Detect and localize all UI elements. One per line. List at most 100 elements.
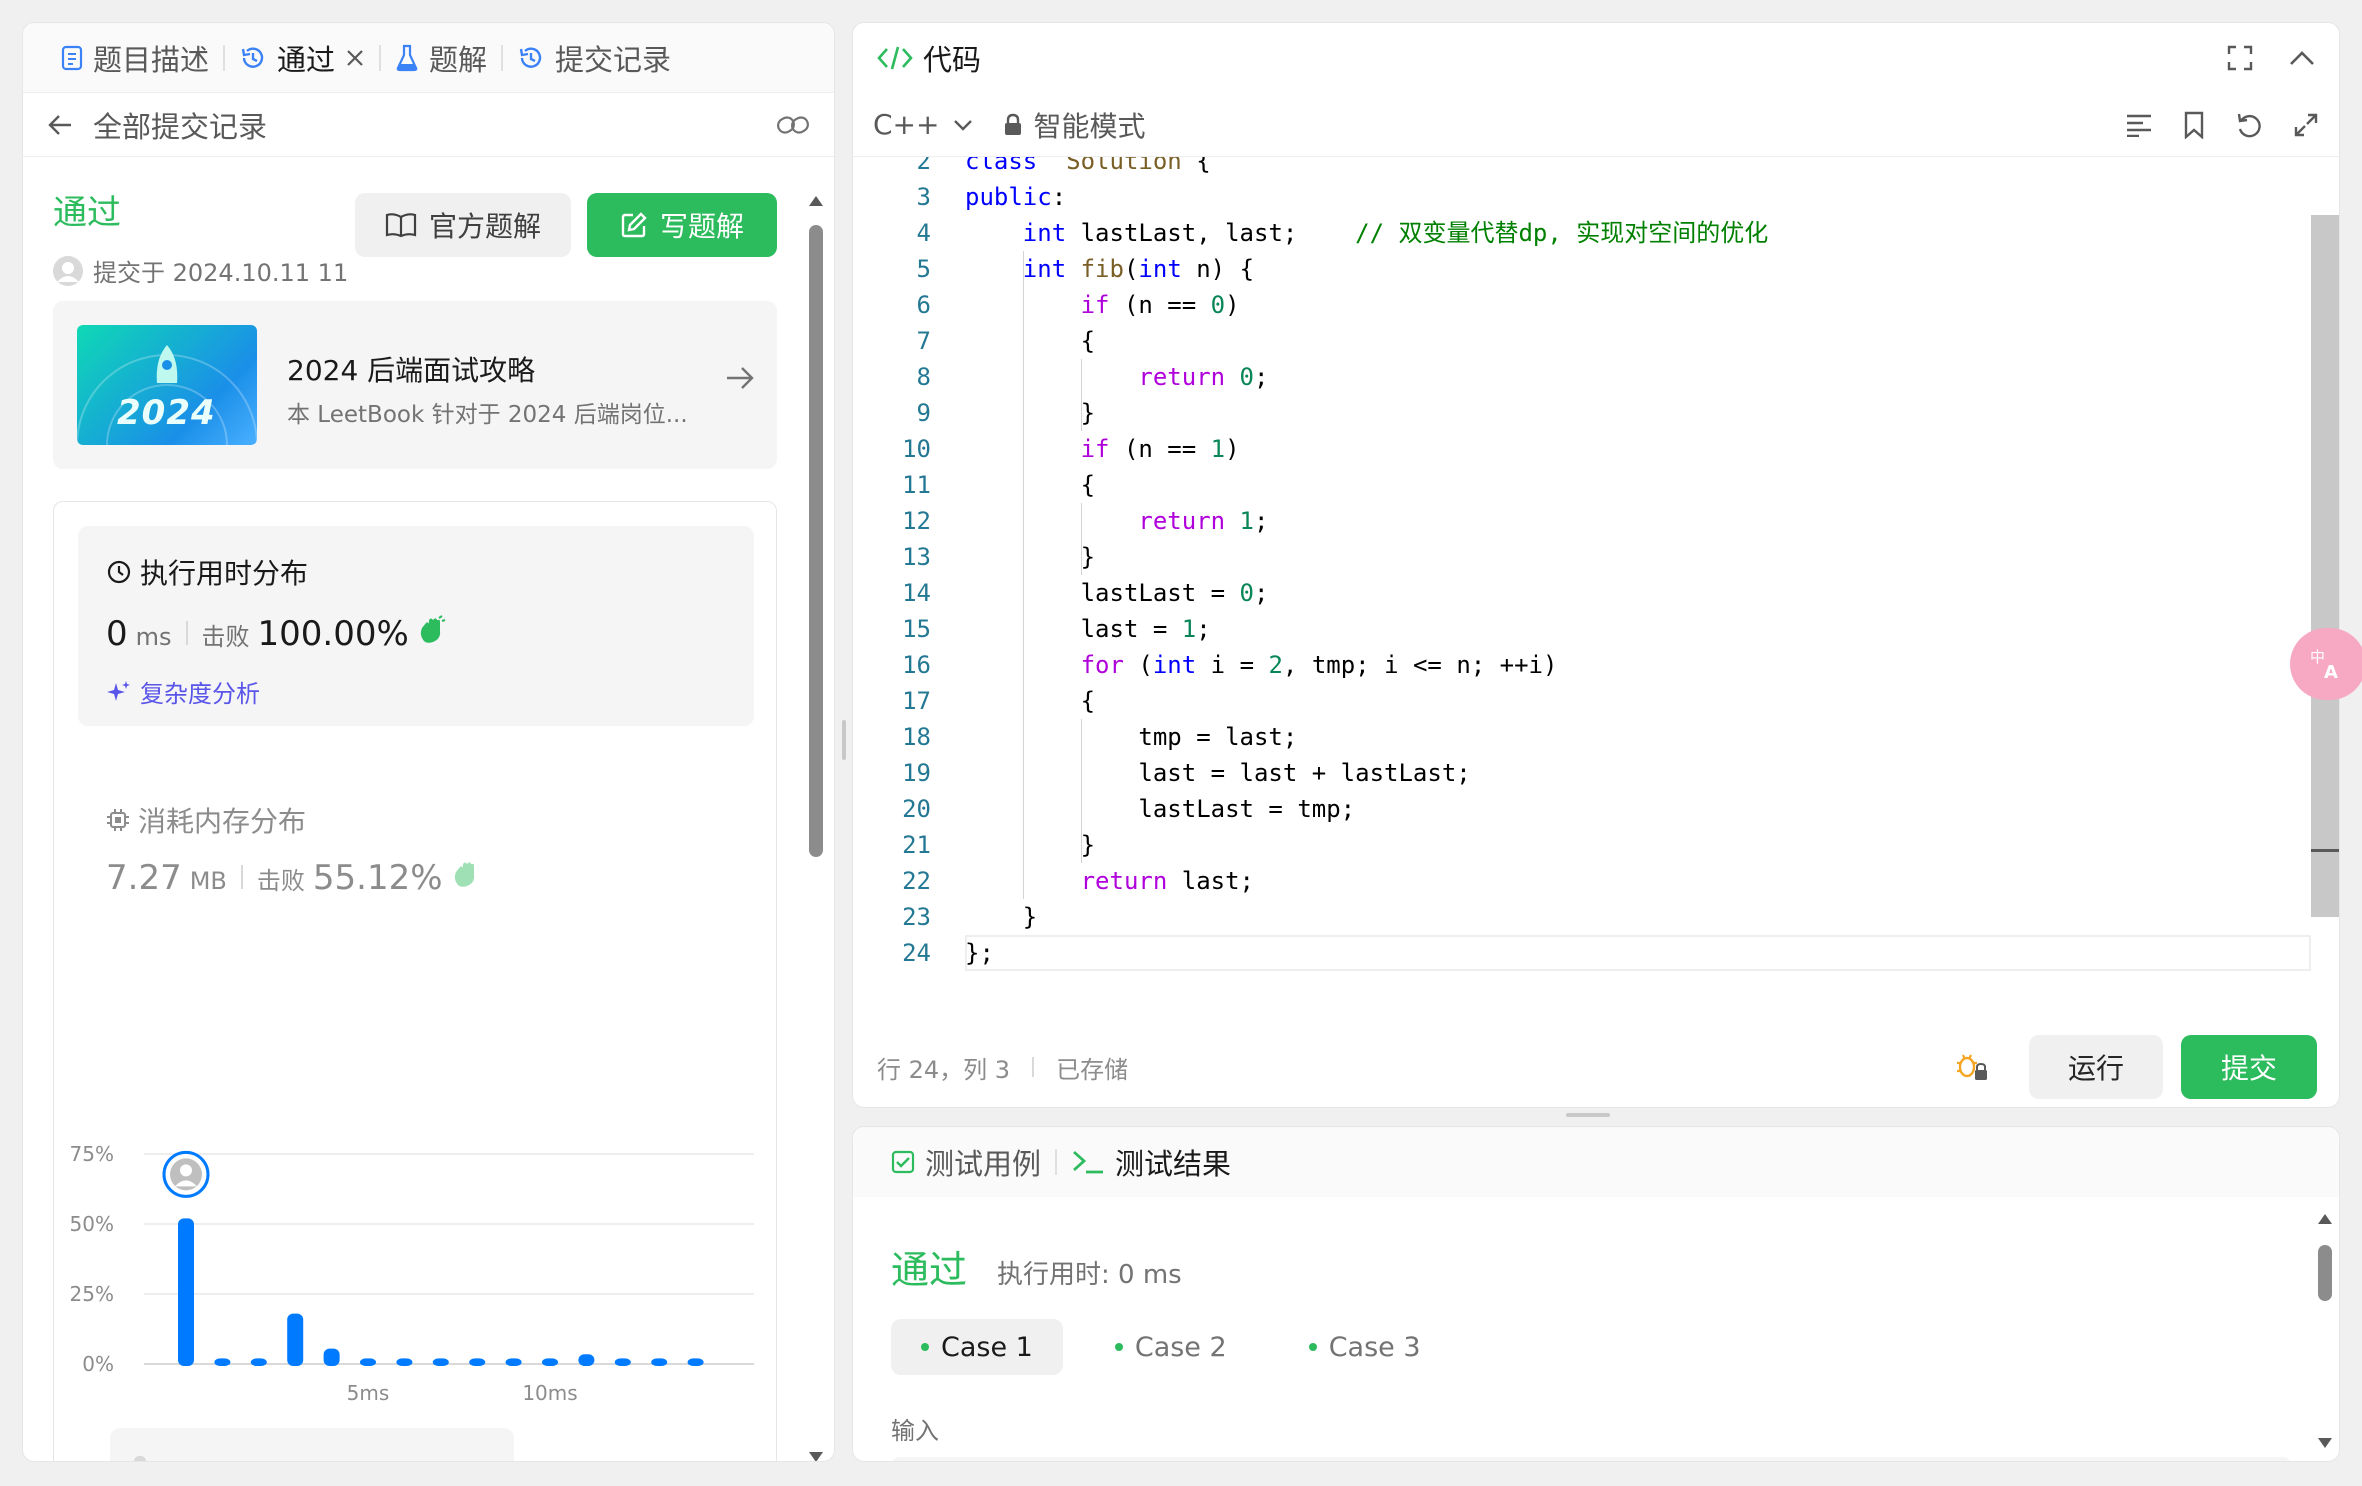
tab-submissions[interactable]: 提交记录 [503,23,685,92]
code-line[interactable]: 9 } [853,395,2313,431]
code-line[interactable]: 23 } [853,899,2313,935]
code-line[interactable]: 5 int fib(int n) { [853,251,2313,287]
line-number: 18 [902,723,931,751]
code-scrollbar[interactable] [2311,215,2339,917]
translate-float-button[interactable]: 中A [2290,628,2362,700]
code-token: ; [1254,363,1269,391]
code-line[interactable]: 21 } [853,827,2313,863]
current-line-highlight [965,935,2311,971]
code-line[interactable]: 13 } [853,539,2313,575]
line-number: 10 [902,435,931,463]
code-line[interactable]: 18 tmp = last; [853,719,2313,755]
chart-bar [214,1358,231,1366]
code-line[interactable]: 20 lastLast = tmp; [853,791,2313,827]
chart-bar [651,1358,668,1366]
tab-accepted[interactable]: 通过 [225,23,379,92]
runtime-distribution-chart[interactable]: 0%25%50%75%5ms10ms5ms10ms [54,972,778,1462]
code-line[interactable]: 11 { [853,467,2313,503]
stats-card: 执行用时分布 0 ms 击败 100.00% 复杂度分析 消耗内存分布 7.27… [53,501,778,1462]
avatar-head [180,1164,192,1177]
code-footer: 行 24，列 3 已存储 运行 提交 [877,1027,2317,1107]
run-button[interactable]: 运行 [2029,1035,2163,1099]
link-icon[interactable] [776,112,810,138]
code-token: { [965,471,1096,499]
scroll-down-icon[interactable] [808,1449,824,1462]
left-scrollbar[interactable] [808,193,824,1462]
scroll-up-icon[interactable] [808,193,824,209]
panel-resize-handle[interactable] [842,720,846,760]
tab-solutions[interactable]: 题解 [381,23,501,92]
code-token: if [1080,291,1110,319]
code-line[interactable]: 10 if (n == 1) [853,431,2313,467]
code-line[interactable]: 14 lastLast = 0; [853,575,2313,611]
official-solution-button[interactable]: 官方题解 [355,193,571,257]
line-number: 19 [902,759,931,787]
memory-distribution-header[interactable]: 消耗内存分布 [106,800,306,840]
code-title: 代码 [923,43,982,77]
scroll-thumb[interactable] [2318,1245,2332,1301]
close-icon[interactable] [345,48,365,68]
code-line[interactable]: 22 return last; [853,863,2313,899]
code-line[interactable]: 17 { [853,683,2313,719]
scroll-down-icon[interactable] [2317,1435,2333,1451]
arrow-left-icon[interactable] [47,113,73,137]
description-panel: 题目描述 通过 题解 提交记录 全部提交记录 通过 提交于 2024.10.11… [22,22,835,1462]
code-line[interactable]: 16 for (int i = 2, tmp; i <= n; ++i) [853,647,2313,683]
code-token: 0 [1210,291,1226,319]
code-token: (n == [1109,291,1211,319]
reset-icon[interactable] [2235,111,2263,139]
tab-description[interactable]: 题目描述 [47,23,223,92]
line-number: 2 [916,157,931,175]
expand-icon[interactable] [2293,112,2319,138]
chevron-up-icon[interactable] [2289,50,2315,66]
code-line[interactable]: 12 return 1; [853,503,2313,539]
chart-bar [432,1358,449,1366]
case-tab-1[interactable]: Case 1 [891,1319,1063,1375]
code-token: ( [1123,651,1153,679]
code-scroll-thumb[interactable] [2311,215,2339,917]
tab-testcases[interactable]: 测试用例 [877,1127,1055,1197]
avatar[interactable] [53,255,83,286]
panel-resize-handle[interactable] [1566,1113,1610,1117]
code-editor[interactable]: 2 class Solution {3 public: 4 int lastLast,… [853,157,2313,1027]
case-tab-2[interactable]: Case 2 [1085,1319,1257,1375]
language-select[interactable]: C++ [873,108,973,141]
test-result-summary: 通过 执行用时: 0 ms [891,1239,1182,1294]
pass-dot [921,1343,929,1351]
code-line[interactable]: 24}; [853,935,2313,971]
code-line[interactable]: 3 public: [853,179,2313,215]
test-scrollbar[interactable] [2317,1211,2333,1451]
code-line[interactable]: 7 { [853,323,2313,359]
code-line[interactable]: 19 last = last + lastLast; [853,755,2313,791]
case-tab-3[interactable]: Case 3 [1279,1319,1451,1375]
memory-unit: MB [189,867,227,895]
runtime-distribution-card[interactable]: 执行用时分布 0 ms 击败 100.00% 复杂度分析 [78,526,754,726]
code-line[interactable]: 15 last = 1; [853,611,2313,647]
write-solution-button[interactable]: 写题解 [587,193,777,257]
submit-button[interactable]: 提交 [2181,1035,2317,1099]
format-icon[interactable] [2125,113,2153,137]
code-line[interactable]: 6 if (n == 0) [853,287,2313,323]
scroll-up-icon[interactable] [2317,1211,2333,1227]
code-line[interactable]: 8 return 0; [853,359,2313,395]
button-label: 官方题解 [428,210,541,243]
beats-label: 击败 [256,867,305,895]
tab-test-result[interactable]: 测试结果 [1057,1127,1245,1197]
bookmark-icon[interactable] [2183,111,2205,139]
scroll-thumb[interactable] [809,225,823,857]
debug-lock-icon[interactable] [1955,1051,1989,1083]
smart-mode-toggle[interactable]: 智能模式 [1003,105,1146,145]
code-line[interactable]: 4 int lastLast, last; // 双变量代替dp, 实现对空间的… [853,215,2313,251]
code-token: fib [1080,255,1124,283]
code-line[interactable]: 2 class Solution { [853,157,2313,179]
line-number: 6 [916,291,931,319]
complexity-analysis-link[interactable]: 复杂度分析 [106,674,260,709]
code-token: ) [1225,291,1240,319]
all-submissions-link[interactable]: 全部提交记录 [93,104,267,146]
fullscreen-icon[interactable] [2227,45,2253,71]
indent-guide [1080,503,1082,575]
leetbook-card[interactable]: 2024 2024 后端面试攻略 本 LeetBook 针对于 2024 后端岗… [53,301,777,469]
